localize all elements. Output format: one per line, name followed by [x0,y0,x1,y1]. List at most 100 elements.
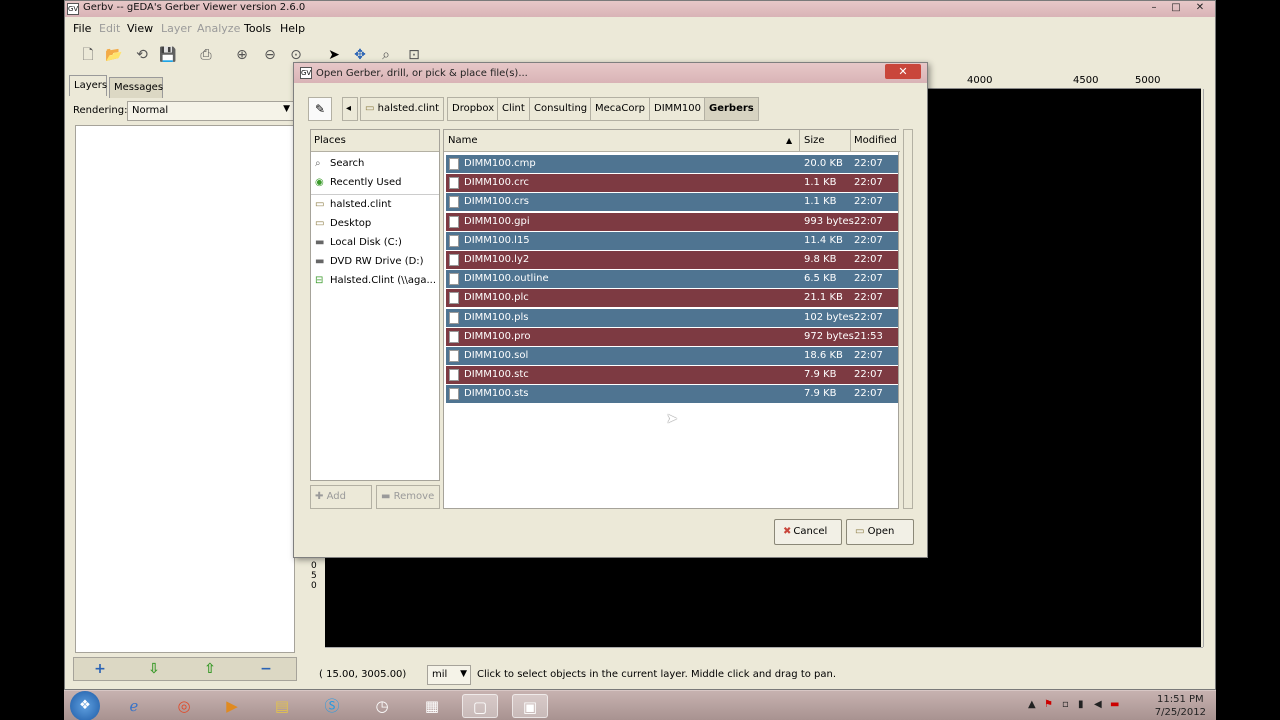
dropdown-arrow-icon: ▼ [283,104,290,114]
chrome-icon[interactable]: ◎ [166,694,202,718]
breadcrumb-consulting[interactable]: Consulting [529,97,593,121]
file-row[interactable]: DIMM100.plc 21.1 KB 22:07 [446,289,898,308]
media-player-icon[interactable]: ▶ [214,694,250,718]
menu-layer[interactable]: Layer [161,22,192,35]
file-icon [449,388,459,401]
file-icon [449,273,459,286]
breadcrumb-dropbox[interactable]: Dropbox [447,97,500,121]
print-icon[interactable]: ⎙ [195,45,217,65]
place-label: Recently Used [330,177,402,188]
file-list-scrollbar[interactable] [903,129,913,509]
add-bookmark-button[interactable]: ✚ Add [310,485,372,509]
file-row[interactable]: DIMM100.pls 102 bytes 22:07 [446,308,898,327]
menu-tools[interactable]: Tools [244,22,271,35]
breadcrumb-gerbers[interactable]: Gerbers [704,97,759,121]
breadcrumb-clint[interactable]: Clint [497,97,530,121]
network-drive-icon: ⊟ [315,275,324,286]
tray-app-icon[interactable]: ▫ [1062,699,1069,710]
file-row[interactable]: DIMM100.gpi 993 bytes 22:07 [446,212,898,231]
clock[interactable]: 11:51 PM 7/25/2012 [1155,693,1206,719]
calculator-icon[interactable]: ▦ [414,694,450,718]
save-icon[interactable]: 💾 [157,45,179,65]
battery-icon[interactable]: ▬ [1110,699,1119,710]
pencil-icon: ✎ [314,102,326,116]
place-dvd-drive[interactable]: ▬ DVD RW Drive (D:) [315,256,424,267]
file-row[interactable]: DIMM100.sts 7.9 KB 22:07 [446,385,898,404]
tab-messages[interactable]: Messages [109,77,163,98]
path-back-button[interactable]: ◂ [342,97,358,121]
file-row[interactable]: DIMM100.sol 18.6 KB 22:07 [446,347,898,365]
file-row[interactable]: DIMM100.outline 6.5 KB 22:07 [446,270,898,289]
new-icon[interactable]: 🗋 [77,45,99,65]
place-local-disk[interactable]: ▬ Local Disk (C:) [315,237,402,248]
place-home[interactable]: ▭ halsted.clint [315,199,391,210]
sort-ascending-icon: ▲ [786,136,793,145]
place-label: Halsted.Clint (\\aga... [330,275,436,286]
menu-edit[interactable]: Edit [99,22,120,35]
menu-analyze[interactable]: Analyze [197,22,240,35]
move-up-icon[interactable]: ⇧ [190,660,230,678]
skype-icon[interactable]: Ⓢ [314,694,350,718]
file-row[interactable]: DIMM100.pro 972 bytes 21:53 [446,327,898,346]
column-modified[interactable]: Modified [854,135,897,146]
menu-help[interactable]: Help [280,22,305,35]
menu-view[interactable]: View [127,22,153,35]
layers-list[interactable] [75,125,295,653]
file-name: DIMM100.stc [464,369,529,381]
column-name[interactable]: Name [448,135,478,146]
network-icon[interactable]: ▮ [1078,699,1084,710]
remove-bookmark-button[interactable]: ▬ Remove [376,485,440,509]
add-layer-icon[interactable]: + [80,660,120,678]
internet-explorer-icon[interactable]: ℯ [116,694,152,718]
gerbv-task-icon[interactable]: ▣ [512,694,548,718]
window-app-icon[interactable]: ▢ [462,694,498,718]
unit-select[interactable]: mil ▼ [427,665,471,685]
file-modified: 22:07 [854,369,883,381]
menu-file[interactable]: File [73,22,91,35]
file-row[interactable]: DIMM100.crs 1.1 KB 22:07 [446,193,898,212]
file-name: DIMM100.sol [464,350,529,361]
open-icon[interactable]: 📂 [103,45,125,65]
minimize-button[interactable]: – [1143,1,1165,15]
breadcrumb-dimm100[interactable]: DIMM100 [649,97,706,121]
file-explorer-icon[interactable]: ▤ [264,694,300,718]
place-desktop[interactable]: ▭ Desktop [315,218,371,229]
vertical-scrollbar[interactable] [1203,89,1215,647]
dialog-close-button[interactable]: ✕ [885,64,921,79]
file-row[interactable]: DIMM100.crc 1.1 KB 22:07 [446,174,898,193]
drive-icon: ▬ [315,237,325,248]
cancel-button[interactable]: ✖ Cancel [774,519,842,545]
menu-bar: File Edit View Layer Analyze Tools Help [65,19,1215,39]
start-button[interactable]: ❖ [70,691,100,720]
file-row[interactable]: DIMM100.l15 11.4 KB 22:07 [446,231,898,250]
open-button[interactable]: ▭ Open [846,519,914,545]
clock-app-icon[interactable]: ◷ [364,694,400,718]
dropdown-arrow-icon: ▼ [460,669,467,679]
column-divider [799,130,800,152]
maximize-button[interactable]: □ [1165,1,1187,15]
action-center-icon[interactable]: ⚑ [1044,699,1053,710]
place-recently-used[interactable]: ◉ Recently Used [315,177,401,188]
breadcrumb-mecacorp[interactable]: MecaCorp [590,97,650,121]
zoom-in-icon[interactable]: ⊕ [231,45,253,65]
zoom-out-icon[interactable]: ⊖ [259,45,281,65]
file-row[interactable]: DIMM100.cmp 20.0 KB 22:07 [446,155,898,173]
volume-icon[interactable]: ◀ [1094,699,1102,710]
place-network-drive[interactable]: ⊟ Halsted.Clint (\\aga... [315,275,436,286]
column-size[interactable]: Size [804,135,825,146]
close-button[interactable]: ✕ [1189,1,1211,15]
breadcrumb-halsted-clint[interactable]: ▭ halsted.clint [360,97,445,121]
file-row[interactable]: DIMM100.stc 7.9 KB 22:07 [446,366,898,385]
horizontal-scrollbar[interactable] [325,647,1203,659]
revert-icon[interactable]: ⟲ [131,45,153,65]
show-hidden-icons-icon[interactable]: ▲ [1028,699,1036,710]
file-row[interactable]: DIMM100.ly2 9.8 KB 22:07 [446,251,898,269]
tab-layers[interactable]: Layers [69,75,107,96]
recent-icon: ◉ [315,177,324,188]
rendering-select[interactable]: Normal ▼ [127,101,295,121]
remove-layer-icon[interactable]: − [246,660,286,678]
place-search[interactable]: ⌕ Search [315,158,364,169]
type-location-button[interactable]: ✎ [308,97,332,121]
move-down-icon[interactable]: ⇩ [134,660,174,678]
file-name: DIMM100.gpi [464,215,530,227]
